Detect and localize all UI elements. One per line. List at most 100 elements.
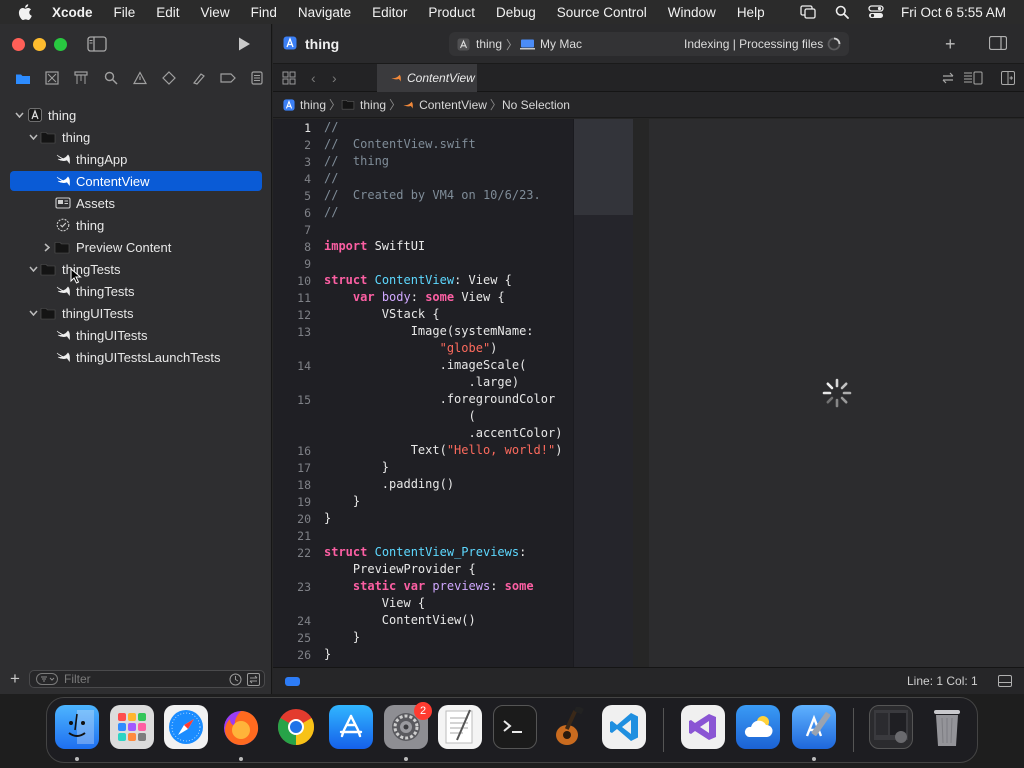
code-line[interactable]: .foregroundColor	[324, 392, 556, 406]
add-library-button[interactable]: +	[945, 34, 956, 55]
chevron-down-icon[interactable]	[28, 264, 38, 274]
tree-row-launchtests-file[interactable]: thingUITestsLaunchTests	[0, 346, 272, 368]
menu-navigate[interactable]: Navigate	[298, 5, 351, 20]
source-editor[interactable]: 1 2 3 4 5 6 7 8 9 10 11 12 13 14 15 16 17 18 19 20 21 22 23 24 2…	[273, 119, 633, 667]
recent-document-thumbnail[interactable]	[869, 705, 913, 749]
menu-file[interactable]: File	[114, 5, 136, 20]
menu-editor[interactable]: Editor	[372, 5, 407, 20]
sidebar-toggle-icon[interactable]	[87, 36, 107, 52]
chevron-down-icon[interactable]	[28, 308, 38, 318]
code-line[interactable]: struct ContentView_Previews:	[324, 545, 526, 559]
chevron-down-icon[interactable]	[28, 132, 38, 142]
close-window-button[interactable]	[12, 38, 25, 51]
menu-app-name[interactable]: Xcode	[52, 5, 93, 20]
find-navigator-icon[interactable]	[96, 69, 125, 87]
code-line[interactable]: import SwiftUI	[324, 239, 425, 253]
code-line[interactable]: Image(systemName:	[324, 324, 534, 338]
code-line[interactable]: .accentColor)	[324, 426, 562, 440]
symbol-navigator-icon[interactable]	[67, 69, 96, 87]
weather-app-icon[interactable]	[736, 705, 780, 749]
launchpad-app-icon[interactable]	[110, 705, 154, 749]
menu-source-control[interactable]: Source Control	[557, 5, 647, 20]
minimize-window-button[interactable]	[33, 38, 46, 51]
menu-help[interactable]: Help	[737, 5, 765, 20]
editor-options-icon[interactable]	[963, 71, 983, 90]
code-line[interactable]: VStack {	[324, 307, 440, 321]
apple-menu-icon[interactable]	[18, 4, 36, 20]
tree-row-group-thinguitests[interactable]: thingUITests	[0, 302, 272, 324]
tree-row-preview-content[interactable]: Preview Content	[0, 236, 272, 258]
scheme-name[interactable]: thing	[476, 37, 502, 51]
code-line[interactable]: .imageScale(	[324, 358, 527, 372]
jump-bar-file[interactable]: ContentView	[419, 98, 487, 112]
control-center-icon[interactable]	[867, 4, 885, 20]
tab-contentview[interactable]: ContentView	[377, 64, 477, 92]
run-destination[interactable]: My Mac	[540, 37, 582, 51]
screen-mirroring-icon[interactable]	[799, 4, 817, 20]
safari-app-icon[interactable]	[164, 705, 208, 749]
visual-studio-app-icon[interactable]	[681, 705, 725, 749]
minimap[interactable]	[573, 119, 633, 667]
terminal-app-icon[interactable]	[493, 705, 537, 749]
debug-area-toggle-icon[interactable]	[285, 676, 300, 686]
code-line[interactable]: }	[324, 630, 360, 644]
code-line[interactable]: .large)	[324, 375, 519, 389]
jump-bar-group[interactable]: thing	[360, 98, 386, 112]
run-button[interactable]	[236, 36, 252, 52]
scheme-selector[interactable]: thing 〉 My Mac Indexing | Processing fil…	[449, 32, 849, 56]
trash-icon[interactable]	[925, 705, 969, 749]
code-line[interactable]: Text("Hello, world!")	[324, 443, 563, 457]
debug-navigator-icon[interactable]	[184, 69, 213, 87]
code-line[interactable]: View {	[324, 596, 425, 610]
tree-row-group-thingtests[interactable]: thingTests	[0, 258, 272, 284]
firefox-app-icon[interactable]	[219, 705, 263, 749]
menu-find[interactable]: Find	[251, 5, 277, 20]
tree-row-group-thing[interactable]: thing	[0, 126, 272, 148]
folder-navigator-icon[interactable]	[8, 69, 37, 87]
tree-row-project[interactable]: thing	[0, 104, 272, 126]
code-line[interactable]: PreviewProvider {	[324, 562, 476, 576]
code-line[interactable]: // Created by VM4 on 10/6/23.	[324, 188, 541, 202]
report-navigator-icon[interactable]	[243, 69, 272, 87]
code-line[interactable]: //	[324, 171, 338, 185]
tree-row-thinguitests-file[interactable]: thingUITests	[0, 324, 272, 346]
menu-product[interactable]: Product	[428, 5, 475, 20]
zoom-window-button[interactable]	[54, 38, 67, 51]
forward-arrow-icon[interactable]: ›	[332, 70, 337, 86]
menu-window[interactable]: Window	[668, 5, 716, 20]
debug-area-panel-icon[interactable]	[998, 675, 1012, 690]
inspector-toggle-icon[interactable]	[988, 35, 1008, 51]
source-control-navigator-icon[interactable]	[37, 69, 66, 87]
code-line[interactable]: }	[324, 494, 360, 508]
add-file-button[interactable]: +	[10, 669, 24, 689]
code-line[interactable]: // ContentView.swift	[324, 137, 476, 151]
navigator-filter-input[interactable]: Filter	[29, 670, 265, 688]
code-line[interactable]: }	[324, 647, 331, 661]
app-store-app-icon[interactable]	[329, 705, 373, 749]
code-line[interactable]: static var previews: some	[324, 579, 534, 593]
code-line[interactable]: ContentView()	[324, 613, 476, 627]
chevron-down-icon[interactable]	[14, 110, 24, 120]
finder-app-icon[interactable]	[55, 705, 99, 749]
code-line[interactable]: }	[324, 460, 389, 474]
preview-canvas[interactable]	[649, 119, 1024, 667]
code-line[interactable]: .padding()	[324, 477, 454, 491]
source-control-filter-icon[interactable]	[247, 673, 260, 689]
issue-navigator-icon[interactable]	[125, 69, 154, 87]
tree-row-entitlements[interactable]: thing	[0, 214, 272, 236]
jump-bar-selection[interactable]: No Selection	[502, 98, 570, 112]
tree-row-assets[interactable]: Assets	[0, 192, 272, 214]
menu-debug[interactable]: Debug	[496, 5, 536, 20]
chevron-right-icon[interactable]	[42, 242, 52, 252]
tree-row-thingtests-file[interactable]: thingTests	[0, 280, 272, 302]
vscode-app-icon[interactable]	[602, 705, 646, 749]
code-line[interactable]: struct ContentView: View {	[324, 273, 512, 287]
related-items-icon[interactable]	[282, 71, 296, 90]
code-line[interactable]: }	[324, 511, 331, 525]
breakpoint-navigator-icon[interactable]	[213, 69, 242, 87]
test-navigator-icon[interactable]	[155, 69, 184, 87]
tree-row-contentview[interactable]: ContentView	[0, 170, 272, 192]
code-line[interactable]: "globe")	[324, 341, 498, 355]
minimap-viewport[interactable]	[574, 119, 633, 215]
tree-row-thingapp[interactable]: thingApp	[0, 148, 272, 170]
